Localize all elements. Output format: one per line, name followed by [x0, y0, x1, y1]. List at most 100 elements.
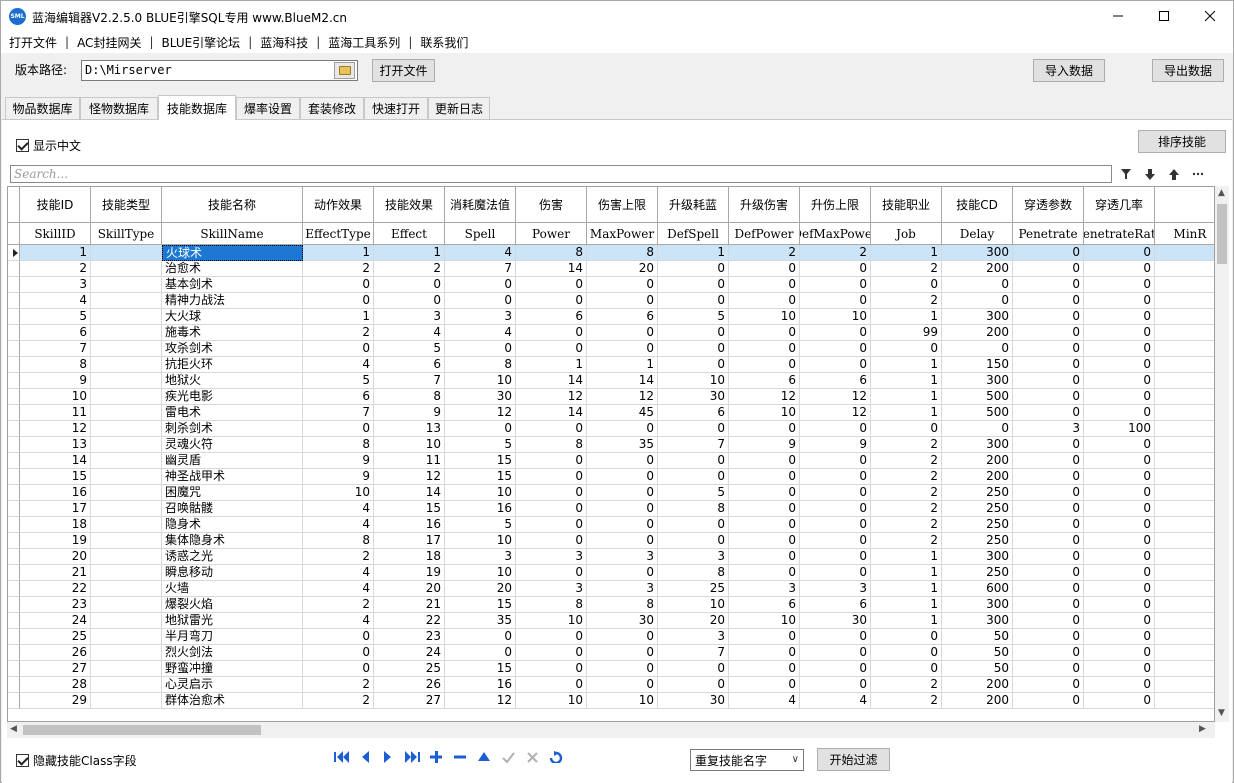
table-cell-defpower[interactable]: 6	[729, 373, 800, 389]
table-cell-defmaxpower[interactable]: 6	[800, 373, 871, 389]
horizontal-scroll-thumb[interactable]	[23, 725, 261, 735]
table-cell-penetrate[interactable]: 0	[1013, 469, 1084, 485]
table-cell-defmaxpower[interactable]: 2	[800, 245, 871, 261]
table-cell-skilltype[interactable]	[91, 581, 162, 597]
table-cell-skillname[interactable]: 抗拒火环	[162, 357, 303, 373]
table-cell-minr[interactable]: 1	[1155, 565, 1214, 581]
table-cell-job[interactable]: 2	[871, 437, 942, 453]
table-cell-penetraterate[interactable]: 0	[1084, 309, 1155, 325]
table-cell-defmaxpower[interactable]: 0	[800, 501, 871, 517]
table-cell-delay[interactable]: 300	[942, 549, 1013, 565]
tab-quick-open[interactable]: 快速打开	[364, 97, 428, 119]
table-cell-effect[interactable]: 13	[374, 421, 445, 437]
table-cell-effect[interactable]: 0	[374, 277, 445, 293]
table-cell-skilltype[interactable]	[91, 357, 162, 373]
table-cell-defspell[interactable]: 20	[658, 613, 729, 629]
table-row[interactable]: 5大火球13366510101300001	[8, 309, 1214, 325]
table-cell-maxpower[interactable]: 0	[587, 421, 658, 437]
open-file-button[interactable]: 打开文件	[372, 59, 435, 82]
table-cell-minr[interactable]: 1	[1155, 389, 1214, 405]
tab-changelog[interactable]: 更新日志	[428, 97, 490, 119]
table-cell-skillid[interactable]: 26	[20, 645, 91, 661]
table-cell-defpower[interactable]: 0	[729, 645, 800, 661]
table-cell-skilltype[interactable]	[91, 485, 162, 501]
table-cell-power[interactable]: 0	[516, 565, 587, 581]
column-header-spell[interactable]: 消耗魔法值	[445, 187, 516, 223]
browse-folder-button[interactable]	[334, 62, 355, 79]
table-cell-skillid[interactable]: 3	[20, 277, 91, 293]
table-cell-defpower[interactable]: 0	[729, 261, 800, 277]
tab-monster-db[interactable]: 怪物数据库	[80, 97, 158, 119]
table-cell-skillname[interactable]: 困魔咒	[162, 485, 303, 501]
table-cell-spell[interactable]: 12	[445, 693, 516, 709]
table-cell-defspell[interactable]: 10	[658, 597, 729, 613]
column-field-effect[interactable]: Effect	[374, 223, 445, 245]
column-header-maxpower[interactable]: 伤害上限	[587, 187, 658, 223]
table-cell-penetrate[interactable]: 0	[1013, 581, 1084, 597]
table-cell-penetrate[interactable]: 0	[1013, 597, 1084, 613]
column-header-skilltype[interactable]: 技能类型	[91, 187, 162, 223]
table-cell-effect[interactable]: 15	[374, 501, 445, 517]
vertical-scroll-thumb[interactable]	[1217, 204, 1227, 264]
table-cell-spell[interactable]: 16	[445, 677, 516, 693]
table-cell-skillname[interactable]: 治愈术	[162, 261, 303, 277]
tab-drop-rate[interactable]: 爆率设置	[236, 97, 300, 119]
table-cell-skilltype[interactable]	[91, 373, 162, 389]
table-cell-maxpower[interactable]: 6	[587, 309, 658, 325]
sort-skills-button[interactable]: 排序技能	[1138, 130, 1226, 153]
table-cell-skillid[interactable]: 18	[20, 517, 91, 533]
table-cell-spell[interactable]: 0	[445, 629, 516, 645]
table-cell-penetrate[interactable]: 0	[1013, 277, 1084, 293]
table-cell-defspell[interactable]: 0	[658, 469, 729, 485]
table-cell-penetraterate[interactable]: 0	[1084, 485, 1155, 501]
table-cell-power[interactable]: 1	[516, 357, 587, 373]
table-cell-defspell[interactable]: 7	[658, 645, 729, 661]
table-cell-defmaxpower[interactable]: 0	[800, 661, 871, 677]
table-cell-spell[interactable]: 35	[445, 613, 516, 629]
table-cell-maxpower[interactable]: 14	[587, 373, 658, 389]
table-cell-skilltype[interactable]	[91, 501, 162, 517]
table-cell-skillid[interactable]: 19	[20, 533, 91, 549]
table-cell-effecttype[interactable]: 2	[303, 677, 374, 693]
tab-skill-db[interactable]: 技能数据库	[158, 95, 236, 120]
table-cell-penetraterate[interactable]: 0	[1084, 581, 1155, 597]
table-cell-maxpower[interactable]: 0	[587, 533, 658, 549]
table-cell-minr[interactable]: 1	[1155, 597, 1214, 613]
table-row[interactable]: 1火球术114881221300001	[8, 245, 1214, 261]
table-cell-penetraterate[interactable]: 0	[1084, 341, 1155, 357]
table-cell-effecttype[interactable]: 0	[303, 661, 374, 677]
table-cell-power[interactable]: 14	[516, 405, 587, 421]
table-cell-skillname[interactable]: 雷电术	[162, 405, 303, 421]
table-row[interactable]: 16困魔咒101410005002250001	[8, 485, 1214, 501]
table-cell-minr[interactable]: 1	[1155, 581, 1214, 597]
table-cell-penetraterate[interactable]: 0	[1084, 645, 1155, 661]
table-cell-skilltype[interactable]	[91, 533, 162, 549]
table-cell-maxpower[interactable]: 30	[587, 613, 658, 629]
table-cell-defmaxpower[interactable]: 0	[800, 533, 871, 549]
table-cell-skilltype[interactable]	[91, 517, 162, 533]
table-cell-power[interactable]: 8	[516, 245, 587, 261]
table-cell-effecttype[interactable]: 4	[303, 517, 374, 533]
hide-class-checkbox[interactable]: 隐藏技能Class字段	[16, 752, 137, 769]
table-cell-skillname[interactable]: 集体隐身术	[162, 533, 303, 549]
table-cell-spell[interactable]: 0	[445, 421, 516, 437]
menu-open-file[interactable]: 打开文件	[1, 34, 65, 51]
table-cell-delay[interactable]: 0	[942, 341, 1013, 357]
table-cell-skillname[interactable]: 地狱火	[162, 373, 303, 389]
table-cell-delay[interactable]: 50	[942, 645, 1013, 661]
table-cell-job[interactable]: 0	[871, 341, 942, 357]
table-cell-defmaxpower[interactable]: 10	[800, 309, 871, 325]
table-cell-minr[interactable]: 1	[1155, 613, 1214, 629]
table-cell-penetrate[interactable]: 0	[1013, 389, 1084, 405]
table-cell-effect[interactable]: 23	[374, 629, 445, 645]
menu-tool-series[interactable]: 蓝海工具系列	[320, 34, 408, 51]
table-cell-skillname[interactable]: 烈火剑法	[162, 645, 303, 661]
table-cell-job[interactable]: 0	[871, 645, 942, 661]
table-cell-effect[interactable]: 5	[374, 341, 445, 357]
table-cell-penetraterate[interactable]: 0	[1084, 613, 1155, 629]
column-field-maxpower[interactable]: MaxPower	[587, 223, 658, 245]
table-cell-minr[interactable]: 1	[1155, 453, 1214, 469]
table-cell-penetraterate[interactable]: 0	[1084, 549, 1155, 565]
table-cell-penetraterate[interactable]: 0	[1084, 469, 1155, 485]
table-cell-job[interactable]: 1	[871, 405, 942, 421]
